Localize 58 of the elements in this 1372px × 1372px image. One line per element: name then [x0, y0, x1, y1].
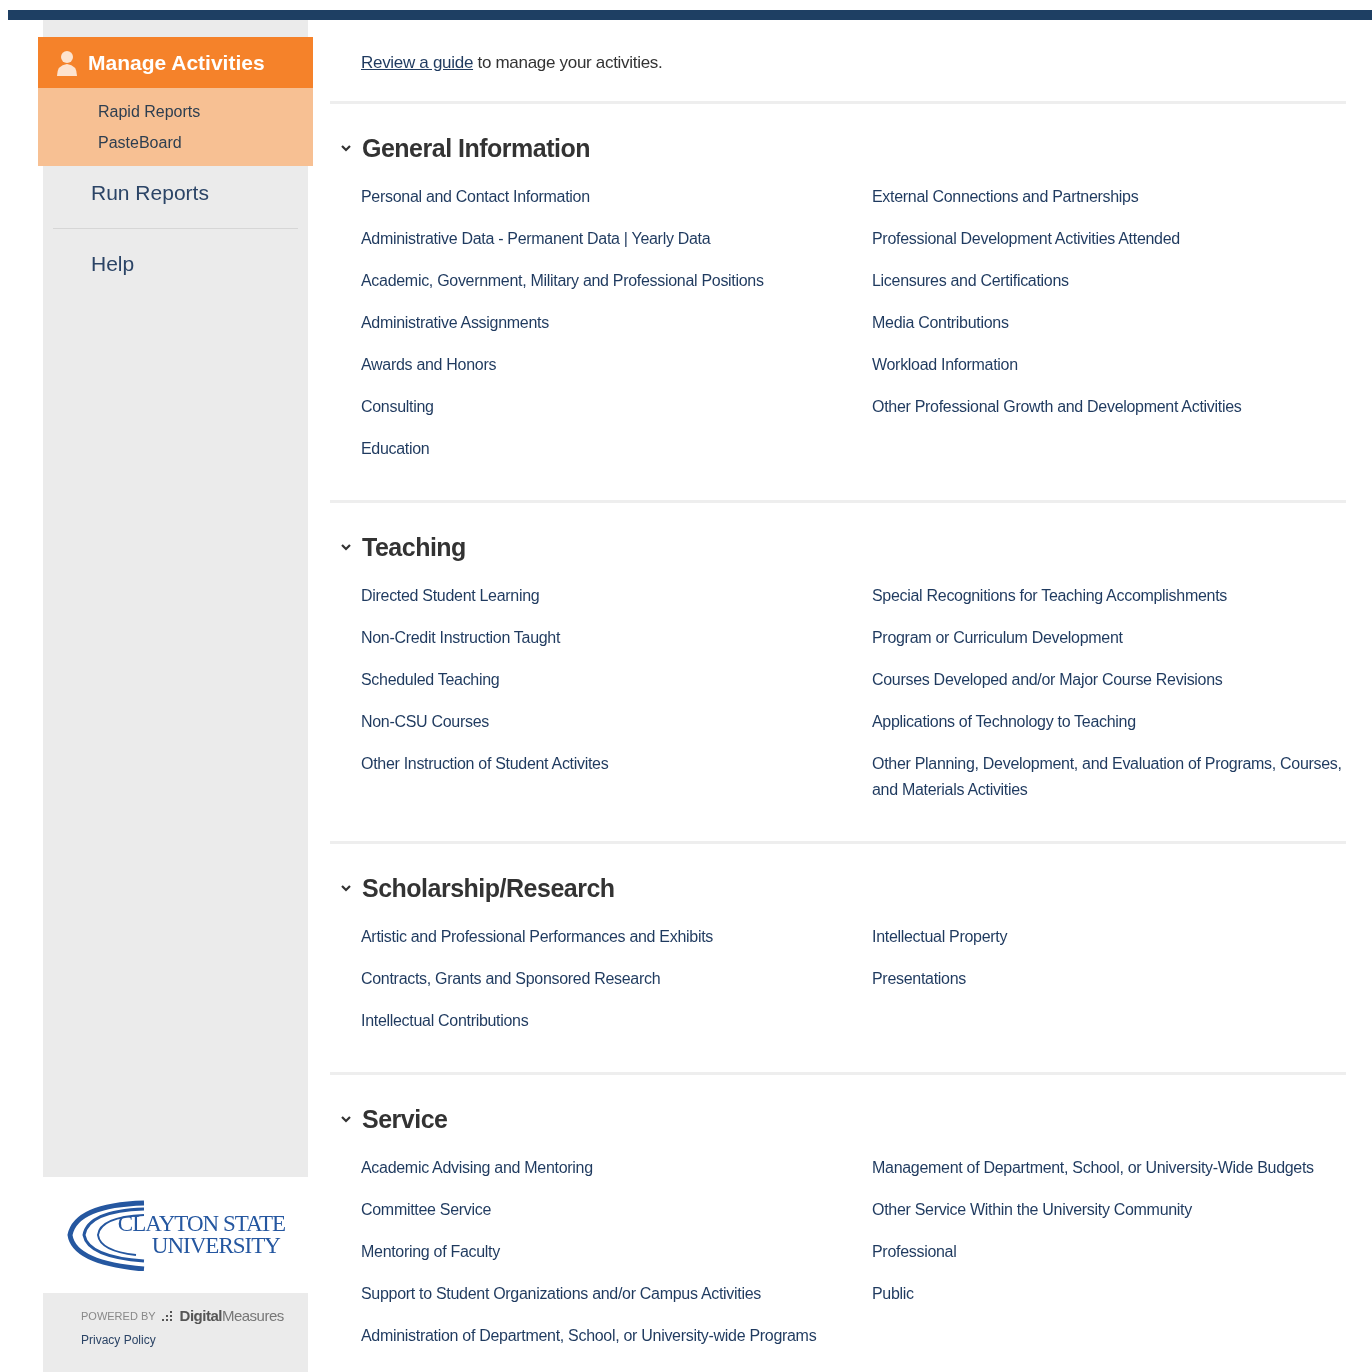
activity-link[interactable]: External Connections and Partnerships — [872, 176, 1139, 218]
logo-text: CLAYTON STATE — [117, 1213, 286, 1235]
section-heading[interactable]: Scholarship/Research — [362, 873, 615, 903]
activity-link[interactable]: Artistic and Professional Performances and Exhibits — [361, 916, 713, 958]
activity-link[interactable]: Support to Student Organizations and/or Campus Activities — [361, 1273, 762, 1315]
activity-link[interactable]: Contracts, Grants and Sponsored Research — [361, 958, 661, 1000]
activity-link[interactable]: Special Recognitions for Teaching Accomplishments — [872, 575, 1227, 617]
guide-link[interactable]: Review a guide — [361, 53, 474, 72]
activity-link[interactable]: Public — [872, 1273, 914, 1315]
activity-link[interactable]: Administration of Department, School, or University-wide Programs — [361, 1315, 817, 1357]
chevron-icon[interactable] — [340, 541, 352, 553]
section-heading[interactable]: Teaching — [362, 532, 466, 562]
logo-text: UNIVERSITY — [151, 1235, 281, 1257]
activity-link[interactable]: Education — [361, 428, 430, 470]
activity-link[interactable]: Intellectual Property — [872, 916, 1008, 958]
person-icon — [56, 49, 78, 76]
activity-link[interactable]: Management of Department, School, or University-Wide Budgets — [872, 1147, 1314, 1189]
activity-link[interactable]: Program or Curriculum Development — [872, 617, 1123, 659]
sidebar-item[interactable]: Help — [43, 237, 308, 291]
section-heading[interactable]: General Information — [362, 133, 591, 163]
activity-link[interactable]: Non-CSU Courses — [361, 701, 489, 743]
activity-link[interactable]: Directed Student Learning — [361, 575, 540, 617]
chevron-icon[interactable] — [340, 1113, 352, 1125]
activity-link[interactable]: Administrative Data - Permanent Data | Yearly Data — [361, 218, 711, 260]
activity-link[interactable]: Presentations — [872, 958, 966, 1000]
activity-link[interactable]: Other Planning, Development, and Evaluation of Programs, Courses, and Materials Activities — [872, 743, 1346, 811]
activity-link[interactable]: Mentoring of Faculty — [361, 1231, 500, 1273]
activity-link[interactable]: Scheduled Teaching — [361, 659, 500, 701]
activity-link[interactable]: Academic Advising and Mentoring — [361, 1147, 593, 1189]
activity-link[interactable]: Other Professional Growth and Development Activities — [872, 386, 1242, 428]
activity-link[interactable]: Other Instruction of Student Activites — [361, 743, 609, 785]
activity-link[interactable]: Other Service Within the University Community — [872, 1189, 1192, 1231]
activity-link[interactable]: Academic, Government, Military and Professional Positions — [361, 260, 764, 302]
activity-link[interactable]: Awards and Honors — [361, 344, 497, 386]
chevron-icon[interactable] — [340, 142, 352, 154]
intro-text: Review a guide to manage your activities. — [361, 53, 663, 73]
activity-link[interactable]: Professional — [872, 1231, 957, 1273]
dots-icon — [161, 1309, 174, 1322]
activity-link[interactable]: Committee Service — [361, 1189, 492, 1231]
brand-name: DigitalMeasures — [179, 1307, 284, 1324]
section-heading[interactable]: Service — [362, 1104, 448, 1134]
activity-link[interactable]: Workload Information — [872, 344, 1018, 386]
activity-link[interactable]: Applications of Technology to Teaching — [872, 701, 1136, 743]
privacy-link[interactable]: Privacy Policy — [81, 1333, 156, 1347]
activity-link[interactable]: Personal and Contact Information — [361, 176, 590, 218]
activity-link[interactable]: Courses Developed and/or Major Course Revisions — [872, 659, 1223, 701]
sidebar-subitem[interactable]: Rapid Reports — [98, 96, 201, 127]
activity-link[interactable]: Intellectual Contributions — [361, 1000, 529, 1042]
activity-link[interactable]: Professional Development Activities Attended — [872, 218, 1180, 260]
sidebar-item[interactable]: Run Reports — [43, 166, 308, 220]
activity-link[interactable]: Licensures and Certifications — [872, 260, 1069, 302]
sidebar-subitem[interactable]: PasteBoard — [98, 127, 182, 158]
activity-link[interactable]: Non-Credit Instruction Taught — [361, 617, 561, 659]
activity-link[interactable]: Consulting — [361, 386, 434, 428]
activity-link[interactable]: Media Contributions — [872, 302, 1009, 344]
chevron-icon[interactable] — [340, 882, 352, 894]
activity-link[interactable]: Administrative Assignments — [361, 302, 549, 344]
powered-by-text: POWERED BY — [81, 1309, 156, 1322]
